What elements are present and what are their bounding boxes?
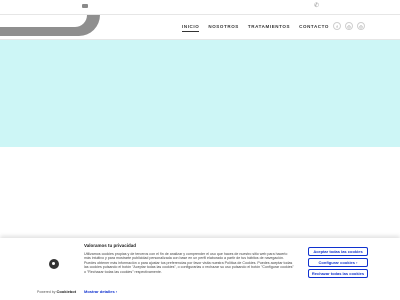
nav-contacto[interactable]: CONTACTO	[299, 24, 329, 32]
cookie-icon	[49, 259, 59, 269]
phone-icon[interactable]: ✆	[314, 3, 319, 9]
logo-inner	[0, 15, 87, 27]
content-section	[0, 147, 400, 240]
cookie-text: Utilizamos cookies propias y de terceros…	[84, 252, 294, 274]
hero-section	[0, 40, 400, 147]
social-links: f ◎ ◎	[333, 22, 365, 30]
reject-all-button[interactable]: Rechazar todas las cookies	[308, 269, 368, 278]
facebook-icon[interactable]: f	[333, 22, 341, 30]
main-nav: INICIO NOSOTROS TRATAMIENTOS CONTACTO	[182, 24, 329, 32]
social-icon[interactable]: ◎	[357, 22, 365, 30]
configure-cookies-button[interactable]: Configurar cookies ›	[308, 258, 368, 267]
show-details-link[interactable]: Mostrar detalles ›	[84, 289, 117, 294]
top-bar: ✆	[0, 0, 400, 15]
instagram-icon[interactable]: ◎	[345, 22, 353, 30]
cookiebot-logo: Cookiebot	[56, 289, 77, 294]
mail-icon[interactable]	[82, 4, 88, 8]
powered-by[interactable]: Powered by Cookiebot	[37, 289, 76, 294]
cookie-title: Valoramos tu privacidad	[84, 243, 137, 248]
nav-tratamientos[interactable]: TRATAMIENTOS	[248, 24, 290, 32]
nav-nosotros[interactable]: NOSOTROS	[208, 24, 239, 32]
accept-all-button[interactable]: Aceptar todas las cookies	[308, 247, 368, 256]
powered-by-label: Powered by	[37, 290, 56, 294]
nav-inicio[interactable]: INICIO	[182, 24, 200, 32]
